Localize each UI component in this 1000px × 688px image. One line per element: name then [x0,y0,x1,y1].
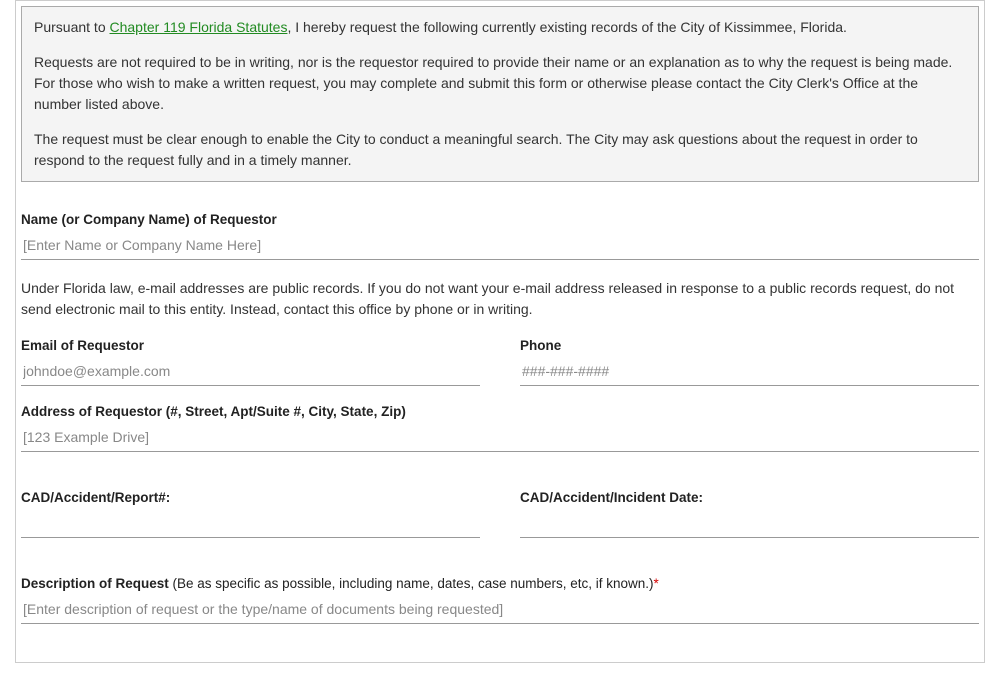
cad-report-group: CAD/Accident/Report#: [21,490,480,538]
description-sublabel: (Be as specific as possible, including n… [169,576,654,591]
notice-intro: Pursuant to Chapter 119 Florida Statutes… [34,17,966,38]
phone-label: Phone [520,338,979,353]
cad-date-group: CAD/Accident/Incident Date: [520,490,979,538]
page-container: Pursuant to Chapter 119 Florida Statutes… [0,0,1000,663]
description-group: Description of Request (Be as specific a… [21,576,979,624]
description-required-mark: * [654,576,659,591]
statutes-link[interactable]: Chapter 119 Florida Statutes [110,19,288,35]
requestor-name-label: Name (or Company Name) of Requestor [21,212,979,227]
notice-box: Pursuant to Chapter 119 Florida Statutes… [21,6,979,182]
notice-intro-prefix: Pursuant to [34,19,110,35]
email-input[interactable] [21,357,480,386]
notice-intro-suffix: , I hereby request the following current… [287,19,846,35]
address-label: Address of Requestor (#, Street, Apt/Sui… [21,404,979,419]
form-body: Name (or Company Name) of Requestor Unde… [16,182,984,662]
requestor-name-input[interactable] [21,231,979,260]
description-label-main: Description of Request [21,576,169,591]
requestor-name-group: Name (or Company Name) of Requestor [21,212,979,260]
email-notice-text: Under Florida law, e-mail addresses are … [21,278,979,320]
phone-input[interactable] [520,357,979,386]
form-card: Pursuant to Chapter 119 Florida Statutes… [15,0,985,663]
email-label: Email of Requestor [21,338,480,353]
cad-date-label: CAD/Accident/Incident Date: [520,490,979,505]
cad-report-label: CAD/Accident/Report#: [21,490,480,505]
notice-para3: The request must be clear enough to enab… [34,129,966,171]
email-group: Email of Requestor [21,338,480,386]
address-group: Address of Requestor (#, Street, Apt/Sui… [21,404,979,452]
cad-date-input[interactable] [520,509,979,538]
cad-report-input[interactable] [21,509,480,538]
description-label: Description of Request (Be as specific a… [21,576,979,591]
phone-group: Phone [520,338,979,386]
email-phone-row: Email of Requestor Phone [21,338,979,404]
address-input[interactable] [21,423,979,452]
description-input[interactable] [21,595,979,624]
cad-row: CAD/Accident/Report#: CAD/Accident/Incid… [21,490,979,556]
notice-para2: Requests are not required to be in writi… [34,52,966,115]
